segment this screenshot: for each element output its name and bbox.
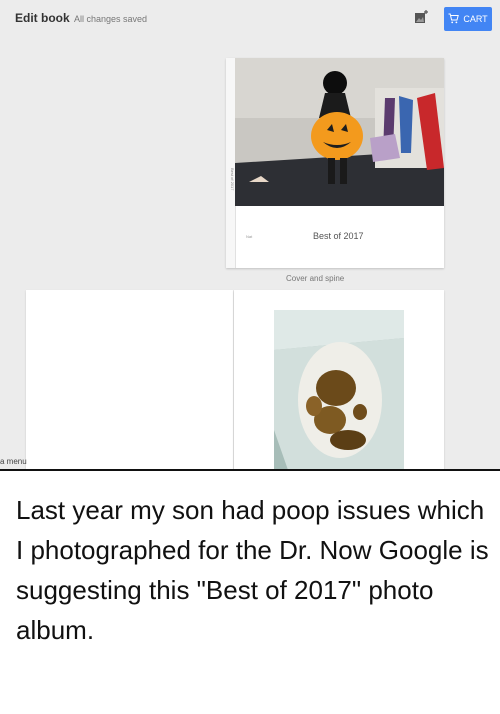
blank-page[interactable] — [26, 290, 233, 470]
page-photo[interactable] — [274, 310, 404, 470]
divider — [0, 469, 500, 471]
cart-label: CART — [463, 14, 488, 24]
page-title: Edit book — [15, 11, 70, 25]
cover-and-spine-label: Cover and spine — [286, 274, 345, 283]
meme-caption: Last year my son had poop issues which I… — [16, 495, 489, 645]
menu-label-fragment[interactable]: a menu — [0, 457, 27, 466]
cart-button[interactable]: CART — [444, 7, 492, 31]
cover-title[interactable]: Best of 2017 — [313, 231, 364, 241]
cover-small-label: Nat — [246, 234, 253, 239]
photo-book-editor: Edit book All changes saved CART Best of… — [0, 0, 500, 470]
cart-icon — [448, 13, 460, 26]
cover-photo[interactable] — [235, 58, 444, 206]
save-status: All changes saved — [74, 14, 148, 24]
add-photo-icon[interactable] — [414, 10, 428, 24]
top-bar: Edit book All changes saved CART — [0, 0, 500, 36]
spine-title: Best of 2017 — [230, 168, 235, 191]
